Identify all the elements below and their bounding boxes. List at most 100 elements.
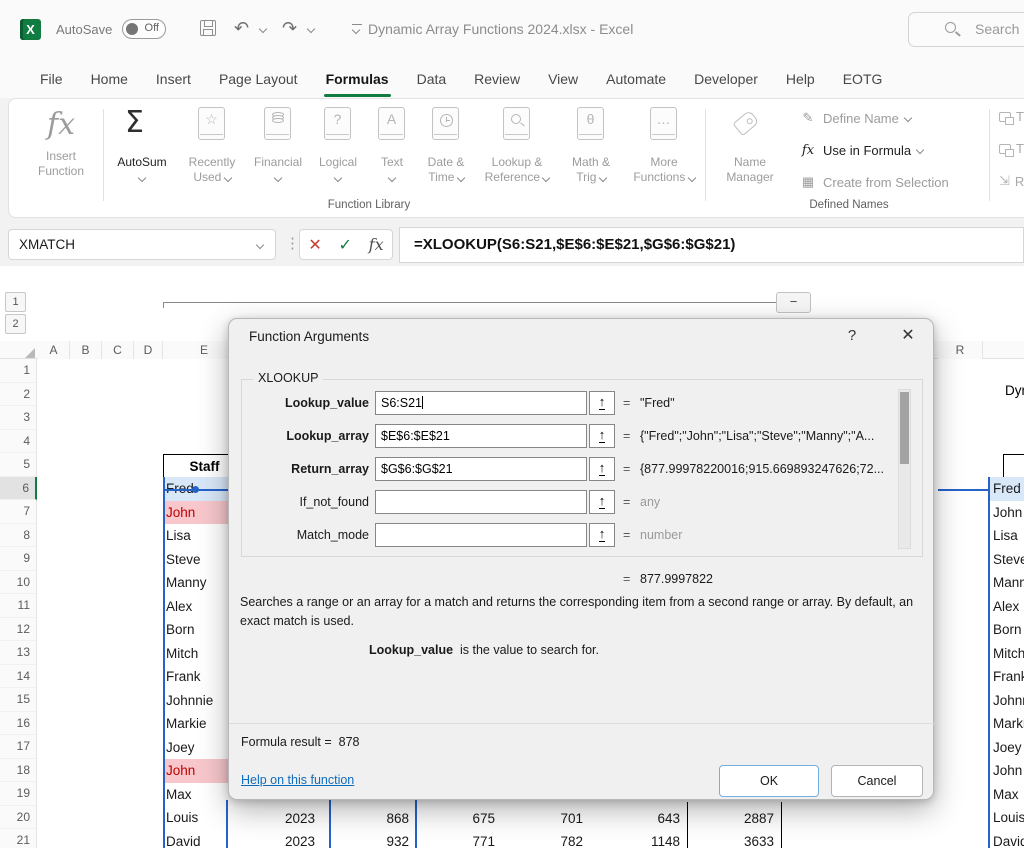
outline-collapse-button[interactable]: − — [776, 292, 811, 313]
cancel-button[interactable]: Cancel — [831, 765, 923, 797]
name-box[interactable]: XMATCH — [8, 229, 276, 260]
help-link[interactable]: Help on this function — [241, 773, 354, 787]
column-header-d[interactable]: D — [134, 341, 163, 359]
dialog-close-icon[interactable]: ✕ — [893, 324, 923, 348]
right-table-header-cell[interactable] — [1003, 454, 1024, 478]
use-in-formula-button[interactable]: fx Use in Formula — [799, 137, 923, 163]
insert-function-icon[interactable]: fx — [369, 235, 384, 254]
ok-button[interactable]: OK — [719, 765, 819, 797]
name-box-dropdown-icon[interactable] — [256, 241, 264, 249]
cell-s15[interactable]: Johnnie — [990, 689, 1024, 713]
return-array-input[interactable]: $G$6:$G$21 — [375, 457, 587, 481]
scrollbar-thumb[interactable] — [900, 392, 909, 464]
tab-eotg[interactable]: EOTG — [829, 63, 897, 95]
row-header[interactable]: 20 — [0, 806, 37, 830]
trace-dependents-button[interactable]: T — [999, 141, 1024, 156]
tab-data[interactable]: Data — [403, 63, 461, 95]
row-header[interactable]: 5 — [0, 453, 37, 477]
cell-j21[interactable]: 1148 — [590, 830, 687, 848]
redo-icon[interactable]: ↷ — [282, 18, 297, 39]
cell-s13[interactable]: Mitch — [990, 642, 1024, 666]
tab-automate[interactable]: Automate — [592, 63, 680, 95]
lookup-array-input[interactable]: $E$6:$E$21 — [375, 424, 587, 448]
row-header[interactable]: 4 — [0, 430, 37, 454]
column-header-a[interactable]: A — [38, 341, 70, 359]
match-mode-input[interactable] — [375, 523, 587, 547]
confirm-entry-icon[interactable]: ✓ — [339, 235, 352, 255]
tab-help[interactable]: Help — [772, 63, 829, 95]
excel-app-icon[interactable]: X — [20, 19, 41, 40]
cell-s17[interactable]: Joey — [990, 736, 1024, 760]
cell-h21[interactable]: 771 — [416, 830, 502, 848]
row-header[interactable]: 18 — [0, 759, 37, 783]
trace-precedents-button[interactable]: T — [999, 109, 1024, 124]
cell-s10[interactable]: Manny — [990, 571, 1024, 595]
formula-input[interactable]: =XLOOKUP(S6:S21,$E$6:$E$21,$G$6:$G$21) — [399, 227, 1024, 263]
row-header[interactable]: 16 — [0, 712, 37, 736]
cell-s14[interactable]: Frank — [990, 665, 1024, 689]
cell-g20[interactable]: 868 — [330, 807, 416, 831]
cell-s11[interactable]: Alex — [990, 595, 1024, 619]
cell-s6[interactable]: Fred — [990, 477, 1024, 501]
row-header[interactable]: 19 — [0, 782, 37, 806]
cell-s20[interactable]: Louis — [990, 806, 1024, 830]
cell-f20[interactable]: 2023 — [227, 807, 322, 831]
row-header[interactable]: 10 — [0, 571, 37, 595]
tab-home[interactable]: Home — [77, 63, 142, 95]
cell-s12[interactable]: Born — [990, 618, 1024, 642]
save-icon[interactable] — [200, 20, 216, 36]
remove-arrows-button[interactable]: ⇲ R — [999, 173, 1024, 189]
row-header-active[interactable]: 6 — [0, 477, 37, 501]
cell-s8[interactable]: Lisa — [990, 524, 1024, 548]
define-name-button[interactable]: ✎ Define Name — [799, 105, 911, 131]
row-header[interactable]: 15 — [0, 688, 37, 712]
if-not-found-input[interactable] — [375, 490, 587, 514]
row-header[interactable]: 2 — [0, 383, 37, 407]
dialog-scrollbar[interactable] — [898, 389, 911, 549]
row-header[interactable]: 3 — [0, 406, 37, 430]
cell-s19[interactable]: Max — [990, 783, 1024, 807]
cell-s16[interactable]: Markie — [990, 712, 1024, 736]
outline-level-1-button[interactable]: 1 — [5, 292, 26, 312]
create-from-selection-button[interactable]: ▦ Create from Selection — [799, 169, 949, 195]
customize-toolbar-icon[interactable] — [352, 24, 362, 25]
if-not-found-collapse-button[interactable]: ↑ — [589, 490, 615, 514]
lookup-value-collapse-button[interactable]: ↑ — [589, 391, 615, 415]
column-header-b[interactable]: B — [70, 341, 102, 359]
cell-s18[interactable]: John — [990, 759, 1024, 783]
row-header[interactable]: 17 — [0, 735, 37, 759]
tab-review[interactable]: Review — [460, 63, 534, 95]
return-array-collapse-button[interactable]: ↑ — [589, 457, 615, 481]
tab-formulas[interactable]: Formulas — [312, 63, 403, 95]
column-header-r[interactable]: R — [938, 341, 983, 359]
select-all-icon[interactable] — [25, 348, 35, 358]
formula-bar-handle-icon[interactable]: ⋮ — [285, 234, 300, 252]
tab-page-layout[interactable]: Page Layout — [205, 63, 312, 95]
row-header[interactable]: 12 — [0, 618, 37, 642]
cell-s9[interactable]: Steve — [990, 548, 1024, 572]
tab-file[interactable]: File — [26, 63, 77, 95]
tab-view[interactable]: View — [534, 63, 592, 95]
lookup-value-input[interactable]: S6:S21 — [375, 391, 587, 415]
row-header[interactable]: 9 — [0, 547, 37, 571]
undo-icon[interactable]: ↶ — [234, 18, 249, 39]
row-header[interactable]: 7 — [0, 500, 37, 524]
autosave-toggle[interactable]: Off — [122, 19, 166, 39]
search-box[interactable]: Search — [908, 12, 1024, 47]
cell-g21[interactable]: 932 — [330, 830, 416, 848]
cell-s7[interactable]: John — [990, 501, 1024, 525]
cell-i21[interactable]: 782 — [502, 830, 590, 848]
dialog-help-icon[interactable]: ? — [839, 327, 865, 344]
cell-k21[interactable]: 3633 — [687, 830, 781, 848]
cell-h20[interactable]: 675 — [416, 807, 502, 831]
cell-k20[interactable]: 2887 — [687, 807, 781, 831]
cell-j20[interactable]: 643 — [590, 807, 687, 831]
row-header[interactable]: 13 — [0, 641, 37, 665]
undo-dropdown-icon[interactable] — [259, 25, 267, 33]
cell-f21[interactable]: 2023 — [227, 830, 322, 848]
match-mode-collapse-button[interactable]: ↑ — [589, 523, 615, 547]
cell-i20[interactable]: 701 — [502, 807, 590, 831]
cancel-entry-icon[interactable]: ✕ — [308, 235, 321, 255]
outline-level-2-button[interactable]: 2 — [5, 314, 26, 334]
cell-s21[interactable]: David — [990, 830, 1024, 848]
